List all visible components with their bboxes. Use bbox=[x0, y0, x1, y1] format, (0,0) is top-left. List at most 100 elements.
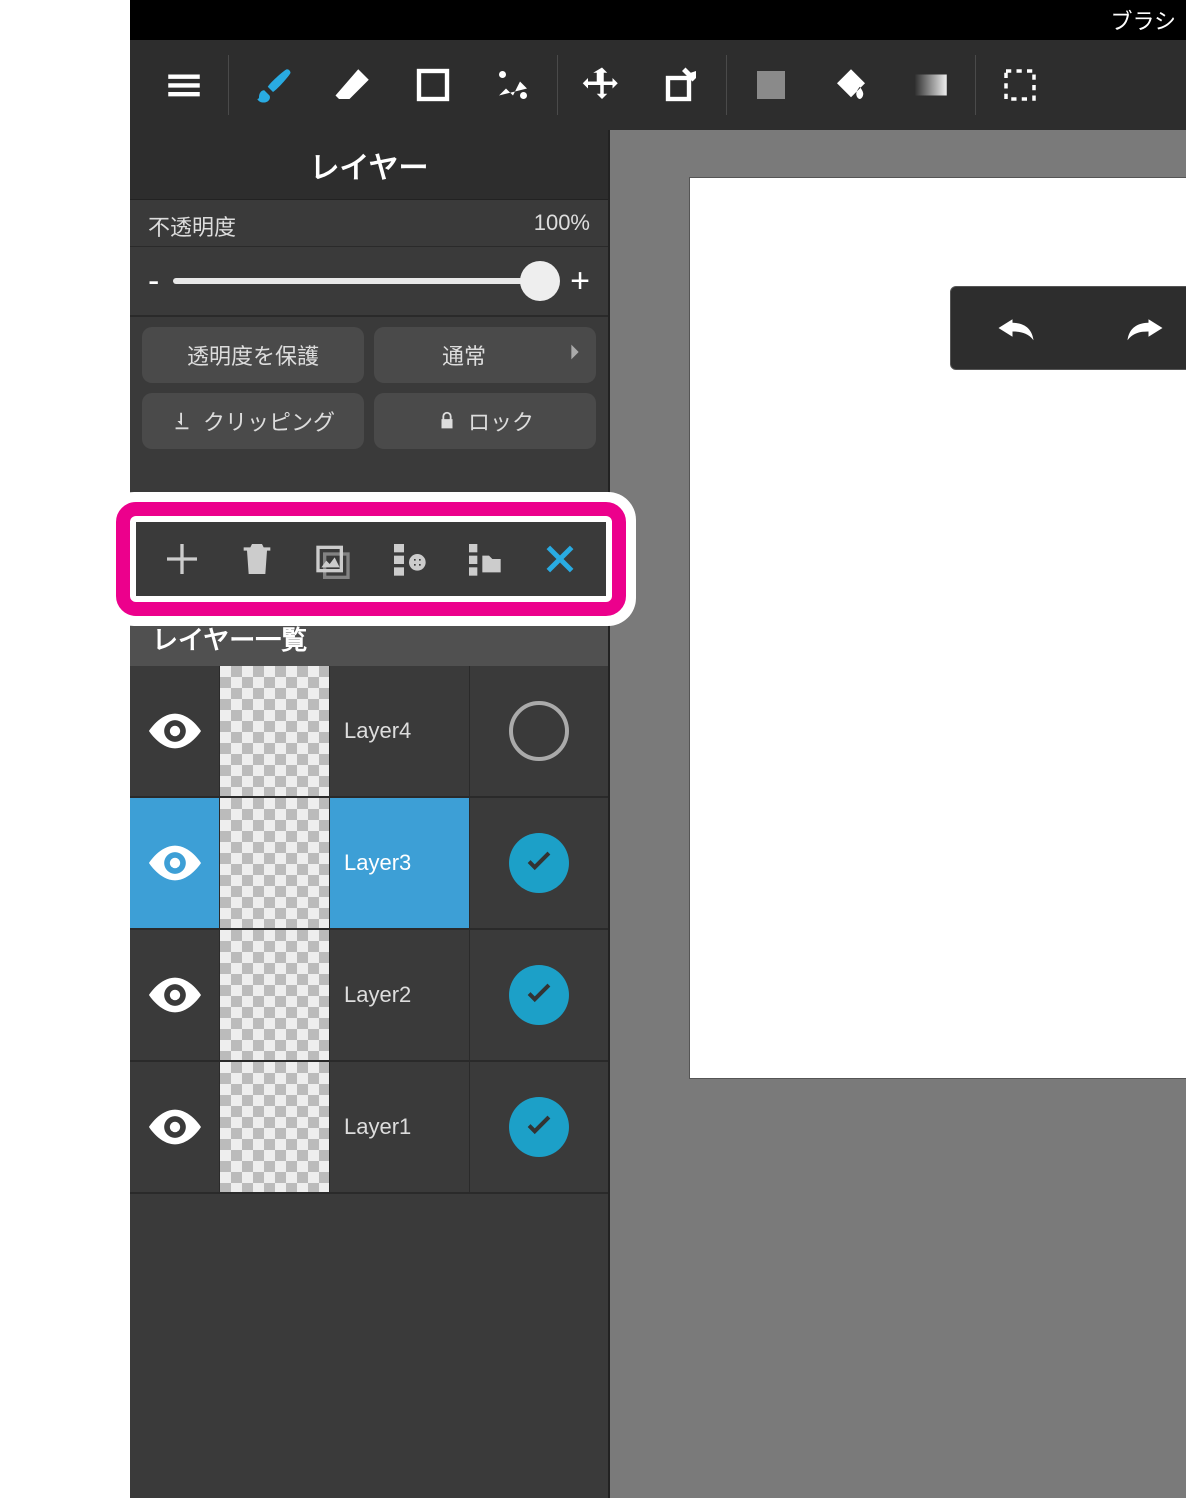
merge-down-icon bbox=[389, 539, 429, 579]
action-bar-highlight-border bbox=[116, 502, 626, 616]
blend-mode-button[interactable]: 通常 bbox=[374, 327, 596, 383]
layer-check-toggle[interactable] bbox=[509, 965, 569, 1025]
transform-tool[interactable] bbox=[642, 40, 722, 130]
layer-check-toggle[interactable] bbox=[509, 1097, 569, 1157]
slider-thumb[interactable] bbox=[520, 261, 560, 301]
bucket-icon bbox=[830, 64, 872, 106]
blend-mode-label: 通常 bbox=[442, 339, 486, 371]
bucket-tool[interactable] bbox=[811, 40, 891, 130]
close-action-button[interactable] bbox=[531, 530, 589, 588]
chevron-right-icon bbox=[564, 341, 596, 369]
layer-thumbnail[interactable] bbox=[220, 1062, 330, 1192]
gradient-icon bbox=[910, 64, 952, 106]
layer-visibility-toggle[interactable] bbox=[130, 1062, 220, 1192]
layer-thumbnail[interactable] bbox=[220, 930, 330, 1060]
layer-name[interactable]: Layer4 bbox=[330, 666, 470, 796]
opacity-value: 100% bbox=[534, 210, 590, 242]
layer-row[interactable]: Layer4 bbox=[130, 666, 608, 798]
move-tool[interactable] bbox=[562, 40, 642, 130]
select-tool[interactable] bbox=[980, 40, 1060, 130]
undo-button[interactable] bbox=[951, 313, 1080, 343]
layers-panel: レイヤー 不透明度 100% - + 透明度を保護 通常 bbox=[130, 130, 610, 1498]
undo-redo-bar bbox=[950, 286, 1186, 370]
close-icon bbox=[540, 539, 580, 579]
image-layer-button[interactable] bbox=[304, 530, 362, 588]
merge-folder-button[interactable] bbox=[455, 530, 513, 588]
layer-name[interactable]: Layer1 bbox=[330, 1062, 470, 1192]
select-icon bbox=[999, 64, 1041, 106]
layer-visibility-toggle[interactable] bbox=[130, 666, 220, 796]
clipping-label: クリッピング bbox=[203, 405, 335, 437]
opacity-row: 不透明度 100% bbox=[130, 200, 608, 247]
toolbar-separator bbox=[975, 55, 976, 115]
titlebar-text: ブラシ bbox=[1110, 4, 1176, 36]
eye-icon bbox=[149, 844, 201, 882]
clipping-button[interactable]: クリッピング bbox=[142, 393, 364, 449]
image-icon bbox=[313, 539, 353, 579]
layer-check-toggle[interactable] bbox=[509, 701, 569, 761]
menu-button[interactable] bbox=[144, 40, 224, 130]
toolbar-separator bbox=[557, 55, 558, 115]
merge-down-button[interactable] bbox=[380, 530, 438, 588]
eye-icon bbox=[149, 712, 201, 750]
opacity-minus[interactable]: - bbox=[148, 262, 159, 301]
layer-row[interactable]: Layer3 bbox=[130, 798, 608, 930]
eye-icon bbox=[149, 1108, 201, 1146]
smudge-tool[interactable] bbox=[473, 40, 553, 130]
opacity-plus[interactable]: + bbox=[570, 262, 590, 301]
layer-check-cell bbox=[470, 930, 608, 1060]
layer-row[interactable]: Layer1 bbox=[130, 1062, 608, 1194]
opacity-slider-row: - + bbox=[130, 247, 608, 317]
layer-thumbnail[interactable] bbox=[220, 798, 330, 928]
layer-check-cell bbox=[470, 666, 608, 796]
clip-lock-row: クリッピング ロック bbox=[130, 393, 608, 459]
opacity-slider[interactable] bbox=[173, 278, 556, 284]
square-icon bbox=[412, 64, 454, 106]
brush-tool[interactable] bbox=[233, 40, 313, 130]
layer-visibility-toggle[interactable] bbox=[130, 798, 220, 928]
gradient-tool[interactable] bbox=[891, 40, 971, 130]
redo-button[interactable] bbox=[1080, 313, 1186, 343]
layer-visibility-toggle[interactable] bbox=[130, 930, 220, 1060]
clipping-icon bbox=[171, 410, 193, 432]
foreground-color[interactable] bbox=[731, 40, 811, 130]
check-icon bbox=[522, 978, 556, 1012]
app-titlebar: ブラシ bbox=[130, 0, 1186, 40]
layer-check-toggle[interactable] bbox=[509, 833, 569, 893]
action-bar-highlight bbox=[106, 492, 636, 626]
layer-row[interactable]: Layer2 bbox=[130, 930, 608, 1062]
lock-icon bbox=[436, 410, 458, 432]
layer-list: Layer4 Layer3 Layer2 La bbox=[130, 666, 608, 1194]
layer-name[interactable]: Layer2 bbox=[330, 930, 470, 1060]
merge-folder-icon bbox=[464, 539, 504, 579]
delete-layer-button[interactable] bbox=[228, 530, 286, 588]
shape-tool[interactable] bbox=[393, 40, 473, 130]
transform-icon bbox=[661, 64, 703, 106]
layer-name[interactable]: Layer3 bbox=[330, 798, 470, 928]
lock-button[interactable]: ロック bbox=[374, 393, 596, 449]
redo-icon bbox=[1124, 313, 1166, 343]
smudge-icon bbox=[492, 64, 534, 106]
toolbar-separator bbox=[228, 55, 229, 115]
eraser-tool[interactable] bbox=[313, 40, 393, 130]
main-toolbar bbox=[130, 40, 1186, 130]
layer-check-cell bbox=[470, 798, 608, 928]
panel-title: レイヤー bbox=[130, 130, 608, 200]
eraser-icon bbox=[332, 64, 374, 106]
check-icon bbox=[522, 1110, 556, 1144]
lock-label: ロック bbox=[468, 405, 534, 437]
layer-check-cell bbox=[470, 1062, 608, 1192]
menu-icon bbox=[163, 64, 205, 106]
plus-icon bbox=[162, 539, 202, 579]
trash-icon bbox=[237, 539, 277, 579]
protect-alpha-label: 透明度を保護 bbox=[187, 339, 319, 371]
undo-icon bbox=[995, 313, 1037, 343]
layer-action-bar bbox=[136, 522, 606, 596]
eye-icon bbox=[149, 976, 201, 1014]
protect-alpha-button[interactable]: 透明度を保護 bbox=[142, 327, 364, 383]
toolbar-separator bbox=[726, 55, 727, 115]
brush-icon bbox=[252, 64, 294, 106]
layer-thumbnail[interactable] bbox=[220, 666, 330, 796]
move-icon bbox=[581, 64, 623, 106]
add-layer-button[interactable] bbox=[153, 530, 211, 588]
